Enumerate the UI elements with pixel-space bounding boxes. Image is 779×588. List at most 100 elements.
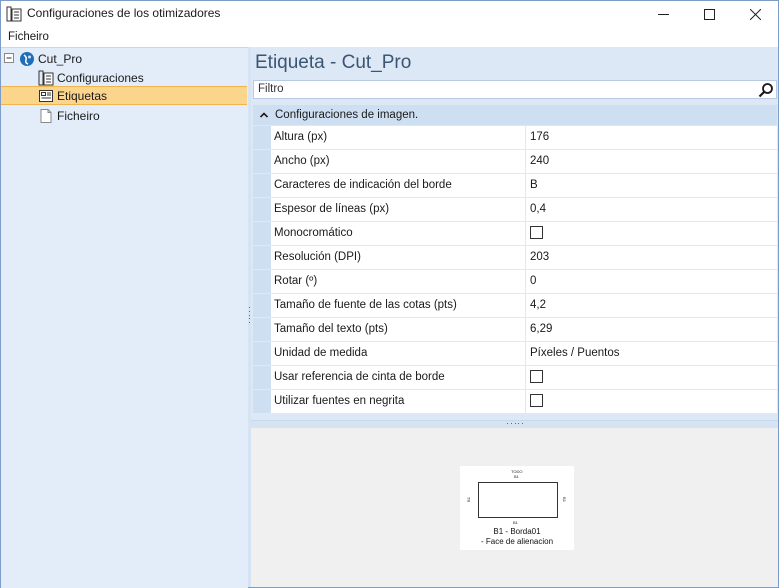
property-value[interactable]: 0,4 — [530, 203, 546, 215]
collapse-icon[interactable] — [4, 53, 15, 64]
tree-item-cut-pro[interactable]: Cut_Pro — [1, 49, 82, 68]
property-value[interactable]: 0 — [530, 275, 536, 287]
property-value[interactable]: 6,29 — [530, 323, 552, 335]
blank-file-icon — [40, 108, 52, 123]
property-name: Resolución (DPI) — [274, 251, 361, 263]
tree-item-label: Configuraciones — [57, 70, 144, 85]
column-divider — [525, 198, 526, 221]
search-icon[interactable] — [758, 82, 774, 98]
row-gutter — [253, 150, 271, 173]
column-divider — [525, 366, 526, 389]
column-divider — [525, 126, 526, 149]
minimize-button[interactable] — [640, 1, 686, 27]
filter-placeholder: Filtro — [258, 83, 284, 95]
property-row-unidad-medida[interactable]: Unidad de medida Píxeles / Puentos — [253, 342, 777, 366]
page-title: Etiqueta - Cut_Pro — [255, 52, 412, 73]
row-gutter — [253, 174, 271, 197]
property-row-espesor-lineas[interactable]: Espesor de líneas (px) 0,4 — [253, 198, 777, 222]
row-gutter — [253, 246, 271, 269]
fuentes-negrita-checkbox[interactable] — [530, 394, 543, 407]
property-row-fuentes-negrita[interactable]: Utilizar fuentes en negrita — [253, 390, 777, 414]
property-row-caracteres-borde[interactable]: Caracteres de indicación del borde B — [253, 174, 777, 198]
column-divider — [525, 270, 526, 293]
property-value[interactable]: 240 — [530, 155, 549, 167]
property-value[interactable]: 4,2 — [530, 299, 546, 311]
preview-caption-secondary: - Face de alienacion — [480, 537, 554, 546]
preview-part-rectangle — [478, 482, 558, 518]
globe-icon — [20, 51, 34, 66]
property-name: Utilizar fuentes en negrita — [274, 395, 405, 407]
cinta-borde-checkbox[interactable] — [530, 370, 543, 383]
preview-top-sub: B1 — [514, 474, 519, 479]
column-divider — [525, 318, 526, 341]
column-divider — [525, 222, 526, 245]
row-gutter — [253, 390, 271, 413]
row-gutter — [253, 366, 271, 389]
property-row-tamano-texto[interactable]: Tamaño del texto (pts) 6,29 — [253, 318, 777, 342]
label-sheet-icon — [39, 89, 53, 102]
property-name: Monocromático — [274, 227, 353, 239]
chevron-up-icon[interactable] — [256, 107, 272, 123]
row-gutter — [253, 270, 271, 293]
settings-sheet-icon — [38, 70, 54, 85]
maximize-button[interactable] — [686, 1, 732, 27]
main-panel: Etiqueta - Cut_Pro Filtro Configuracione… — [251, 47, 778, 587]
property-value[interactable]: B — [530, 179, 538, 191]
property-value[interactable]: 203 — [530, 251, 549, 263]
property-row-fuente-cotas[interactable]: Tamaño de fuente de las cotas (pts) 4,2 — [253, 294, 777, 318]
preview-right-text: B1 — [561, 497, 567, 502]
property-value[interactable]: Píxeles / Puentos — [530, 347, 620, 359]
column-divider — [525, 294, 526, 317]
category-header[interactable]: Configuraciones de imagen. — [253, 105, 777, 125]
property-name: Tamaño del texto (pts) — [274, 323, 388, 335]
maximize-icon — [703, 8, 715, 20]
property-name: Usar referencia de cinta de borde — [274, 371, 445, 383]
tree-item-ficheiro[interactable]: Ficheiro — [38, 106, 100, 125]
splitter-grip[interactable] — [507, 423, 523, 425]
property-row-ancho[interactable]: Ancho (px) 240 — [253, 150, 777, 174]
preview-left-text: B1 — [465, 497, 471, 502]
column-divider — [525, 150, 526, 173]
label-preview-area: TODO B1 B1 B1 B1 B1 - Borda01 - Face de … — [251, 428, 778, 587]
monocromatico-checkbox[interactable] — [530, 226, 543, 239]
sidebar-tree: Cut_Pro Configuraciones Etiquetas Fichei… — [1, 47, 248, 588]
property-row-altura[interactable]: Altura (px) 176 — [253, 126, 777, 150]
label-preview: TODO B1 B1 B1 B1 B1 - Borda01 - Face de … — [460, 466, 574, 550]
close-icon — [749, 8, 761, 20]
preview-bottom-text: B1 — [513, 520, 518, 525]
property-name: Espesor de líneas (px) — [274, 203, 390, 215]
window-title: Configuraciones de los otimizadores — [27, 6, 221, 20]
tree-item-etiquetas[interactable]: Etiquetas — [1, 86, 247, 105]
row-gutter — [253, 222, 271, 245]
property-name: Ancho (px) — [274, 155, 330, 167]
property-value[interactable]: 176 — [530, 131, 549, 143]
property-name: Rotar (º) — [274, 275, 318, 287]
property-name: Tamaño de fuente de las cotas (pts) — [274, 299, 457, 311]
column-divider — [525, 174, 526, 197]
app-window: Configuraciones de los otimizadores Fich… — [0, 0, 779, 588]
property-row-resolucion[interactable]: Resolución (DPI) 203 — [253, 246, 777, 270]
property-row-cinta-borde[interactable]: Usar referencia de cinta de borde — [253, 366, 777, 390]
filter-input[interactable]: Filtro — [253, 80, 777, 99]
property-name: Unidad de medida — [274, 347, 368, 359]
row-gutter — [253, 198, 271, 221]
row-gutter — [253, 342, 271, 365]
menu-ficheiro[interactable]: Ficheiro — [8, 31, 49, 43]
title-bar: Configuraciones de los otimizadores — [1, 1, 778, 27]
row-gutter — [253, 126, 271, 149]
row-gutter — [253, 318, 271, 341]
menu-bar: Ficheiro — [1, 30, 778, 47]
property-row-rotar[interactable]: Rotar (º) 0 — [253, 270, 777, 294]
tree-item-label: Ficheiro — [57, 108, 100, 123]
property-name: Altura (px) — [274, 131, 328, 143]
tree-item-label: Cut_Pro — [38, 51, 83, 66]
preview-caption: B1 - Borda01 — [493, 527, 541, 536]
row-gutter — [253, 294, 271, 317]
category-label: Configuraciones de imagen. — [275, 109, 419, 121]
tree-item-configuraciones[interactable]: Configuraciones — [38, 68, 144, 87]
column-divider — [525, 390, 526, 413]
close-button[interactable] — [732, 1, 778, 27]
settings-sheet-icon — [6, 6, 22, 22]
tree-item-label: Etiquetas — [57, 88, 108, 103]
property-row-monocromatico[interactable]: Monocromático — [253, 222, 777, 246]
